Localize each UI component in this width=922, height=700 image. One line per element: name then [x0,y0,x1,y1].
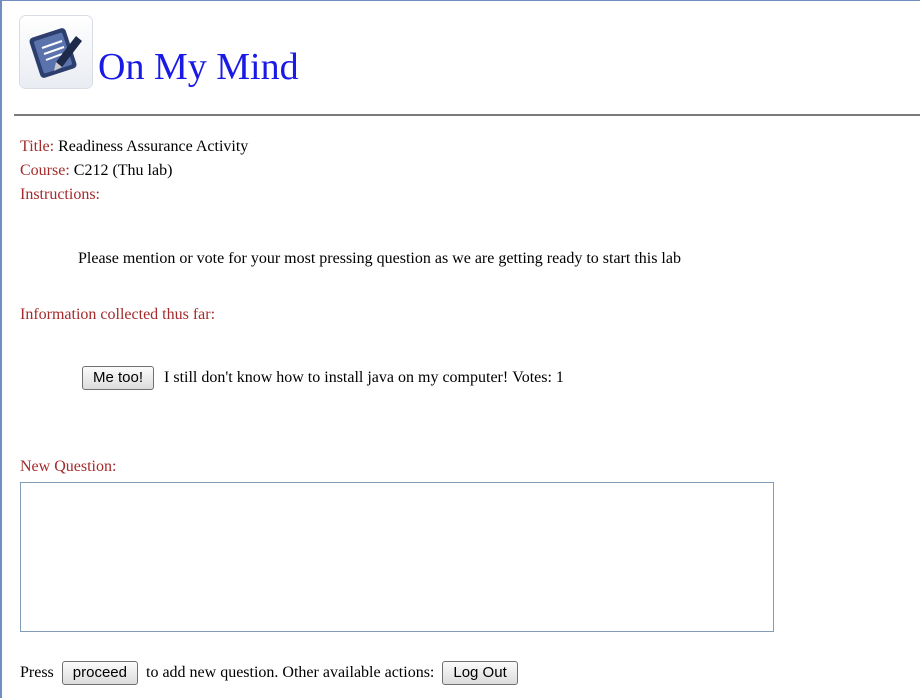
title-label: Title: [20,138,55,155]
press-text: Press [20,664,54,681]
course-value: C212 (Thu lab) [73,162,173,179]
title-value: Readiness Assurance Activity [58,138,249,155]
app-title: On My Mind [98,46,299,88]
new-question-label: New Question: [20,458,117,475]
instructions-label: Instructions: [20,186,100,203]
course-label: Course: [20,162,70,179]
me-too-button[interactable]: Me too! [82,366,155,390]
title-row: Title: Readiness Assurance Activity [20,138,248,156]
header-divider [14,114,920,116]
instructions-row: Instructions: [20,186,100,204]
new-question-row: New Question: [20,458,116,476]
collected-row: Information collected thus far: [20,306,215,324]
log-out-button[interactable]: Log Out [442,661,518,685]
collected-label: Information collected thus far: [20,306,216,323]
question-text: I still don't know how to install java o… [164,369,509,386]
new-question-textarea[interactable] [20,482,774,632]
app-logo [20,16,92,88]
action-middle-text: to add new question. Other available act… [146,664,435,681]
pencil-notepad-icon [29,28,82,78]
instructions-text: Please mention or vote for your most pre… [78,250,681,267]
course-row: Course: C212 (Thu lab) [20,162,172,180]
question-item: Me too! I still don't know how to instal… [82,366,564,390]
votes-count: Votes: 1 [512,369,564,386]
action-row: Press proceed to add new question. Other… [20,661,522,685]
proceed-button[interactable]: proceed [61,661,138,685]
